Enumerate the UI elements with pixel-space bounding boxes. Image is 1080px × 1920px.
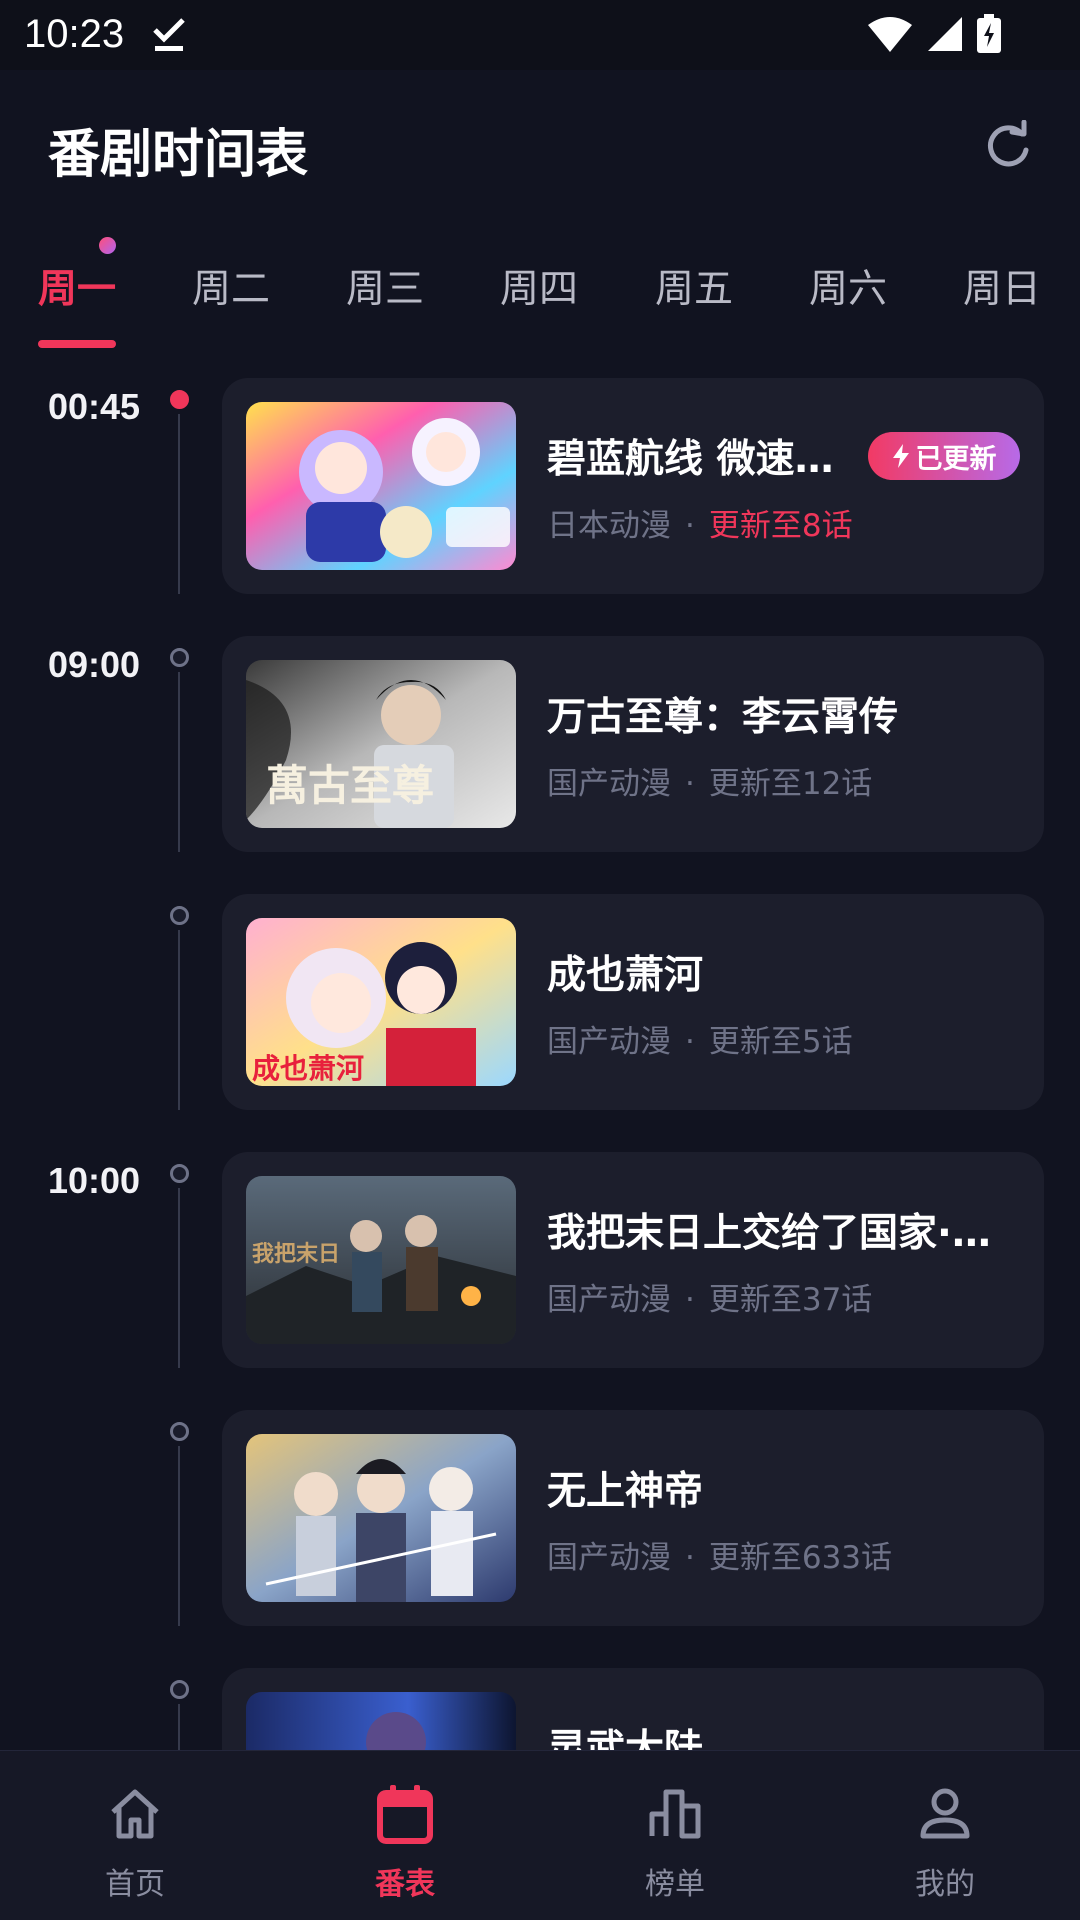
anime-cover: 成也萧河 bbox=[246, 918, 516, 1086]
anime-episode: 更新至633话 bbox=[708, 1540, 893, 1576]
air-time: 00:45 bbox=[48, 386, 141, 427]
timeline-dot bbox=[170, 1422, 189, 1441]
signal-icon bbox=[926, 15, 962, 57]
home-icon bbox=[55, 1781, 215, 1847]
timeline-dot bbox=[170, 1164, 189, 1183]
schedule-row: 成也萧河 成也萧河 国产动漫 · 更新至5话 bbox=[0, 894, 1080, 1110]
anime-card[interactable]: 无上神帝 国产动漫 · 更新至633话 bbox=[222, 1410, 1044, 1626]
anime-cover bbox=[246, 1434, 516, 1602]
air-time: 10:00 bbox=[48, 1160, 141, 1201]
status-time: 10:23 bbox=[24, 12, 125, 56]
wifi-icon bbox=[868, 15, 912, 57]
bottom-navigation: 首页 番表 榜单 我的 bbox=[0, 1750, 1080, 1920]
timeline-line bbox=[178, 930, 180, 1110]
schedule-row: 无上神帝 国产动漫 · 更新至633话 bbox=[0, 1410, 1080, 1626]
nav-profile-label: 我的 bbox=[915, 1867, 975, 1902]
anime-card[interactable]: 萬古至尊 万古至尊：李云霄传 国产动漫 · 更新至12话 bbox=[222, 636, 1044, 852]
anime-episode: 更新至12话 bbox=[708, 766, 873, 802]
anime-title: 碧蓝航线 微速… bbox=[547, 437, 834, 482]
svg-text:萬古至尊: 萬古至尊 bbox=[266, 761, 434, 810]
timeline-line bbox=[178, 672, 180, 852]
timeline-dot bbox=[170, 648, 189, 667]
tab-wednesday[interactable]: 周三 bbox=[346, 258, 424, 314]
anime-meta: 国产动漫 · 更新至633话 bbox=[547, 1532, 892, 1577]
meta-separator: · bbox=[685, 1024, 695, 1060]
anime-meta: 国产动漫 · 更新至37话 bbox=[547, 1274, 872, 1319]
anime-cover bbox=[246, 1692, 516, 1750]
schedule-row: 10:00 我把末日 我把末日上交给了国家·A… 国产动漫 · 更新至37话 bbox=[0, 1152, 1080, 1368]
meta-separator: · bbox=[685, 1282, 695, 1318]
anime-meta: 日本动漫 · 更新至8话 bbox=[547, 500, 853, 545]
anime-card[interactable]: 成也萧河 成也萧河 国产动漫 · 更新至5话 bbox=[222, 894, 1044, 1110]
updated-badge: 已更新 bbox=[868, 432, 1020, 480]
anime-category: 国产动漫 bbox=[547, 1540, 671, 1576]
weekday-tabs: 周一 周二 周三 周四 周五 周六 周日 bbox=[0, 250, 1080, 350]
timeline-line bbox=[178, 1704, 180, 1750]
anime-meta: 国产动漫 · 更新至12话 bbox=[547, 758, 872, 803]
tab-tuesday[interactable]: 周二 bbox=[192, 258, 270, 314]
tab-friday[interactable]: 周五 bbox=[655, 258, 733, 314]
nav-ranking-label: 榜单 bbox=[645, 1867, 705, 1902]
tab-sunday[interactable]: 周日 bbox=[963, 258, 1041, 314]
anime-title: 成也萧河 bbox=[547, 953, 704, 998]
person-icon bbox=[865, 1781, 1025, 1847]
air-time: 09:00 bbox=[48, 644, 141, 685]
meta-separator: · bbox=[685, 508, 695, 544]
meta-separator: · bbox=[685, 1540, 695, 1576]
page-title: 番剧时间表 bbox=[48, 125, 309, 185]
nav-home-label: 首页 bbox=[105, 1867, 165, 1902]
battery-charging-icon bbox=[976, 14, 1002, 58]
anime-episode: 更新至8话 bbox=[708, 508, 853, 544]
anime-title: 我把末日上交给了国家·A… bbox=[547, 1211, 1017, 1256]
tab-monday[interactable]: 周一 bbox=[38, 258, 116, 314]
timeline-line bbox=[178, 1188, 180, 1368]
nav-ranking[interactable]: 榜单 bbox=[595, 1781, 755, 1903]
nav-schedule[interactable]: 番表 bbox=[325, 1781, 485, 1903]
anime-title: 灵武大陆 bbox=[547, 1727, 704, 1750]
anime-cover: 我把末日 bbox=[246, 1176, 516, 1344]
status-bar: 10:23 bbox=[0, 0, 1080, 70]
anime-category: 国产动漫 bbox=[547, 1024, 671, 1060]
updated-badge-label: 已更新 bbox=[915, 443, 997, 475]
anime-category: 国产动漫 bbox=[547, 1282, 671, 1318]
active-tab-indicator bbox=[38, 340, 116, 348]
nav-schedule-label: 番表 bbox=[375, 1867, 435, 1902]
anime-category: 日本动漫 bbox=[547, 508, 671, 544]
tab-saturday[interactable]: 周六 bbox=[809, 258, 887, 314]
lightning-icon bbox=[892, 444, 909, 468]
chart-icon bbox=[595, 1781, 755, 1847]
timeline-dot bbox=[170, 906, 189, 925]
schedule-row: 灵武大陆 bbox=[0, 1668, 1080, 1750]
svg-text:我把末日: 我把末日 bbox=[252, 1241, 340, 1267]
svg-text:成也萧河: 成也萧河 bbox=[252, 1052, 364, 1085]
schedule-row: 00:45 碧蓝航线 微速… 已更新 日本动漫 · 更新至8话 bbox=[0, 378, 1080, 594]
refresh-icon bbox=[988, 119, 1029, 167]
timeline-dot bbox=[170, 1680, 189, 1699]
timeline-line bbox=[178, 414, 180, 594]
anime-category: 国产动漫 bbox=[547, 766, 671, 802]
nav-home[interactable]: 首页 bbox=[55, 1781, 215, 1903]
refresh-button[interactable] bbox=[982, 119, 1034, 172]
anime-episode: 更新至5话 bbox=[708, 1024, 853, 1060]
timeline-line bbox=[178, 1446, 180, 1626]
schedule-list[interactable]: 00:45 碧蓝航线 微速… 已更新 日本动漫 · 更新至8话 09:00 萬古… bbox=[0, 378, 1080, 1750]
anime-card[interactable]: 碧蓝航线 微速… 已更新 日本动漫 · 更新至8话 bbox=[222, 378, 1044, 594]
anime-title: 万古至尊：李云霄传 bbox=[547, 695, 899, 740]
nav-profile[interactable]: 我的 bbox=[865, 1781, 1025, 1903]
download-done-icon bbox=[152, 16, 186, 56]
anime-meta: 国产动漫 · 更新至5话 bbox=[547, 1016, 853, 1061]
schedule-row: 09:00 萬古至尊 万古至尊：李云霄传 国产动漫 · 更新至12话 bbox=[0, 636, 1080, 852]
meta-separator: · bbox=[685, 766, 695, 802]
anime-card[interactable]: 我把末日 我把末日上交给了国家·A… 国产动漫 · 更新至37话 bbox=[222, 1152, 1044, 1368]
anime-cover: 萬古至尊 bbox=[246, 660, 516, 828]
tab-thursday[interactable]: 周四 bbox=[500, 258, 578, 314]
anime-cover bbox=[246, 402, 516, 570]
anime-title: 无上神帝 bbox=[547, 1469, 704, 1514]
timeline-dot-current bbox=[170, 390, 189, 409]
anime-card[interactable]: 灵武大陆 bbox=[222, 1668, 1044, 1750]
anime-episode: 更新至37话 bbox=[708, 1282, 873, 1318]
calendar-icon bbox=[325, 1781, 485, 1847]
